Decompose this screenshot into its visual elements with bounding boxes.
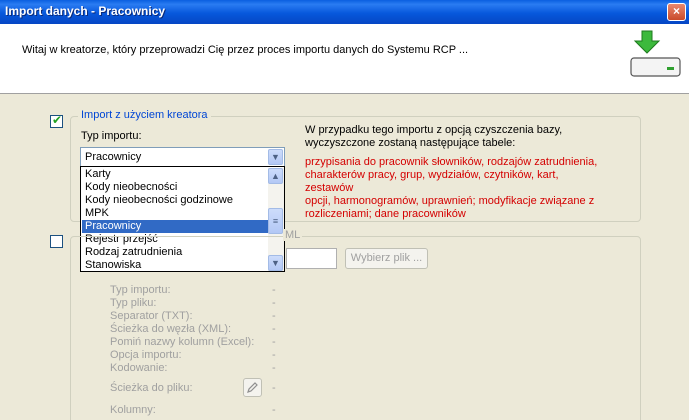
- field-value: -: [272, 382, 276, 394]
- choose-file-button[interactable]: Wybierz plik ...: [345, 248, 428, 269]
- dropdown-option[interactable]: Kody nieobecności: [82, 181, 268, 194]
- import-type-value: Pracownicy: [85, 151, 142, 163]
- close-button[interactable]: ×: [667, 3, 686, 21]
- wizard-header: Witaj w kreatorze, który przeprowadzi Ci…: [0, 24, 689, 94]
- field-value: -: [272, 297, 276, 309]
- field-label: Typ pliku:: [110, 297, 157, 309]
- edit-path-button[interactable]: [243, 378, 262, 397]
- field-value: -: [272, 362, 276, 374]
- dropdown-option[interactable]: MPK: [82, 207, 268, 220]
- field-label: Pomiń nazwy kolumn (Excel):: [110, 336, 255, 348]
- cleanup-tables-line: rozliczeniami; dane pracowników: [305, 208, 466, 220]
- dropdown-option[interactable]: Karty: [82, 168, 268, 181]
- field-label: Ścieżka do węzła (XML):: [110, 323, 232, 335]
- cleanup-tables-line: charakterów pracy, grup, wydziałów, czyt…: [305, 169, 559, 194]
- pencil-icon: [247, 382, 258, 393]
- field-value: -: [272, 404, 276, 416]
- title-bar: Import danych - Pracownicy ×: [0, 0, 689, 24]
- import-type-select[interactable]: Pracownicy ▼: [80, 147, 285, 167]
- cleanup-tables-line: opcji, harmonogramów, uprawnień; modyfik…: [305, 195, 595, 207]
- field-value: -: [272, 323, 276, 335]
- field-label: Typ importu:: [110, 284, 171, 296]
- field-value: -: [272, 336, 276, 348]
- field-label: Opcja importu:: [110, 349, 182, 361]
- welcome-text: Witaj w kreatorze, który przeprowadzi Ci…: [22, 44, 469, 56]
- scroll-up-icon[interactable]: ▲: [268, 168, 283, 184]
- chevron-down-icon[interactable]: ▼: [268, 149, 283, 165]
- field-value: -: [272, 284, 276, 296]
- window-title: Import danych - Pracownicy: [5, 4, 166, 18]
- cleanup-info-line: W przypadku tego importu z opcją czyszcz…: [305, 124, 563, 136]
- field-value: -: [272, 349, 276, 361]
- import-download-icon: [630, 30, 681, 77]
- wizard-checkbox[interactable]: ✔: [50, 113, 63, 128]
- field-label: Kodowanie:: [110, 362, 168, 374]
- field-value: -: [272, 310, 276, 322]
- import-type-label: Typ importu:: [81, 130, 142, 142]
- cleanup-tables-list: przypisania do pracownik słowników, rodz…: [305, 156, 605, 221]
- cleanup-tables-line: przypisania do pracownik słowników, rodz…: [305, 156, 598, 168]
- field-label: Kolumny:: [110, 404, 156, 416]
- file-path-input[interactable]: [286, 248, 337, 269]
- cleanup-info: W przypadku tego importu z opcją czyszcz…: [305, 124, 605, 150]
- wizard-group-legend: Import z użyciem kreatora: [78, 109, 211, 121]
- scrollbar-thumb[interactable]: ≡: [268, 208, 283, 234]
- cleanup-info-line: wyczyszczone zostaną następujące tabele:: [305, 137, 516, 149]
- field-label: Ścieżka do pliku:: [110, 382, 193, 394]
- file-group-legend: ML: [283, 229, 303, 241]
- file-checkbox[interactable]: [50, 235, 63, 248]
- checkmark-icon: ✔: [52, 113, 63, 127]
- dropdown-option[interactable]: Kody nieobecności godzinowe: [82, 194, 268, 207]
- field-label: Separator (TXT):: [110, 310, 193, 322]
- dropdown-option-selected[interactable]: Pracownicy: [82, 220, 268, 233]
